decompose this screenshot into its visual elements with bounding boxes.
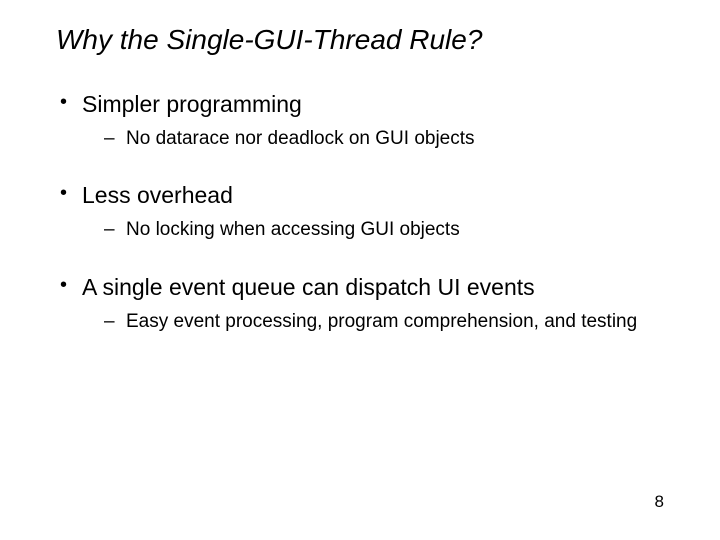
slide-title: Why the Single-GUI-Thread Rule? — [56, 24, 672, 56]
bullet-list: Simpler programming No datarace nor dead… — [56, 90, 672, 334]
page-number: 8 — [655, 492, 664, 512]
bullet-level1: Simpler programming — [56, 90, 672, 119]
sub-list: Easy event processing, program comprehen… — [56, 310, 672, 335]
sub-list: No datarace nor deadlock on GUI objects — [56, 127, 672, 152]
list-item: A single event queue can dispatch UI eve… — [56, 273, 672, 334]
slide: Why the Single-GUI-Thread Rule? Simpler … — [0, 0, 720, 540]
sub-list: No locking when accessing GUI objects — [56, 218, 672, 243]
bullet-level1: A single event queue can dispatch UI eve… — [56, 273, 672, 302]
bullet-level1: Less overhead — [56, 181, 672, 210]
bullet-level2: Easy event processing, program comprehen… — [56, 310, 672, 335]
list-item: Simpler programming No datarace nor dead… — [56, 90, 672, 151]
bullet-level2: No locking when accessing GUI objects — [56, 218, 672, 243]
list-item: Less overhead No locking when accessing … — [56, 181, 672, 242]
bullet-level2: No datarace nor deadlock on GUI objects — [56, 127, 672, 152]
